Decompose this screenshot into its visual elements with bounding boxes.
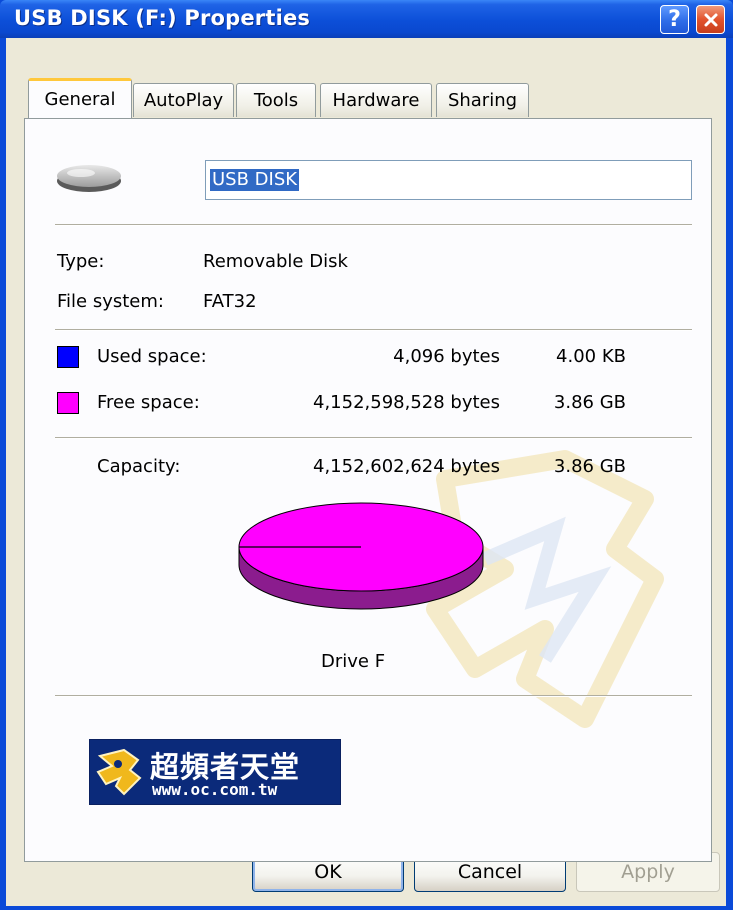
properties-window: USB DISK (F:) Properties ? General AutoP…: [0, 0, 733, 910]
banner-url: www.oc.com.tw: [152, 780, 278, 799]
removable-drive-icon: [57, 165, 121, 192]
close-x-icon: [704, 13, 717, 26]
used-space-swatch: [57, 346, 79, 368]
help-button[interactable]: ?: [660, 5, 689, 34]
separator-lower: [55, 437, 692, 439]
tab-sharing-label: Sharing: [447, 90, 518, 111]
disk-usage-pie: [238, 502, 484, 610]
free-space-size: 3.86 GB: [553, 392, 626, 413]
tab-tools-label: Tools: [253, 90, 299, 111]
free-space-swatch: [57, 392, 79, 414]
free-space-bytes: 4,152,598,528 bytes: [313, 392, 500, 413]
file-system-value: FAT32: [203, 291, 257, 312]
drive-name-input[interactable]: USB DISK: [205, 160, 692, 200]
window-title: USB DISK (F:) Properties: [14, 6, 311, 30]
separator-top: [55, 224, 692, 226]
file-system-label: File system:: [57, 291, 164, 312]
capacity-label: Capacity:: [97, 456, 181, 477]
separator-bottom: [55, 695, 692, 697]
tab-sharing[interactable]: Sharing: [436, 83, 529, 117]
used-space-size: 4.00 KB: [556, 346, 626, 367]
tab-autoplay-label: AutoPlay: [143, 90, 224, 111]
capacity-size: 3.86 GB: [553, 456, 626, 477]
type-value: Removable Disk: [203, 251, 348, 272]
mascot-logo-icon: [96, 748, 142, 796]
dialog-body: General AutoPlay Tools Hardware Sharing: [6, 38, 726, 906]
pie-caption: Drive F: [321, 651, 386, 672]
separator-middle: [55, 329, 692, 331]
oc-banner-logo: 超頻者天堂 www.oc.com.tw: [89, 739, 341, 805]
used-space-label: Used space:: [97, 346, 207, 367]
tab-tools[interactable]: Tools: [236, 83, 316, 117]
general-tab-panel: USB DISK Type: Removable Disk File syste…: [24, 118, 712, 862]
tab-autoplay[interactable]: AutoPlay: [133, 83, 234, 117]
free-space-label: Free space:: [97, 392, 200, 413]
tab-hardware-label: Hardware: [332, 90, 420, 111]
capacity-bytes: 4,152,602,624 bytes: [313, 456, 500, 477]
type-label: Type:: [57, 251, 105, 272]
tab-general[interactable]: General: [28, 78, 132, 118]
close-button[interactable]: [696, 5, 725, 34]
title-bar[interactable]: USB DISK (F:) Properties ?: [0, 0, 733, 38]
drive-name-value: USB DISK: [210, 169, 300, 191]
used-space-bytes: 4,096 bytes: [393, 346, 500, 367]
tab-general-label: General: [44, 89, 116, 110]
question-mark-icon: ?: [668, 7, 681, 32]
tab-hardware[interactable]: Hardware: [320, 83, 432, 117]
